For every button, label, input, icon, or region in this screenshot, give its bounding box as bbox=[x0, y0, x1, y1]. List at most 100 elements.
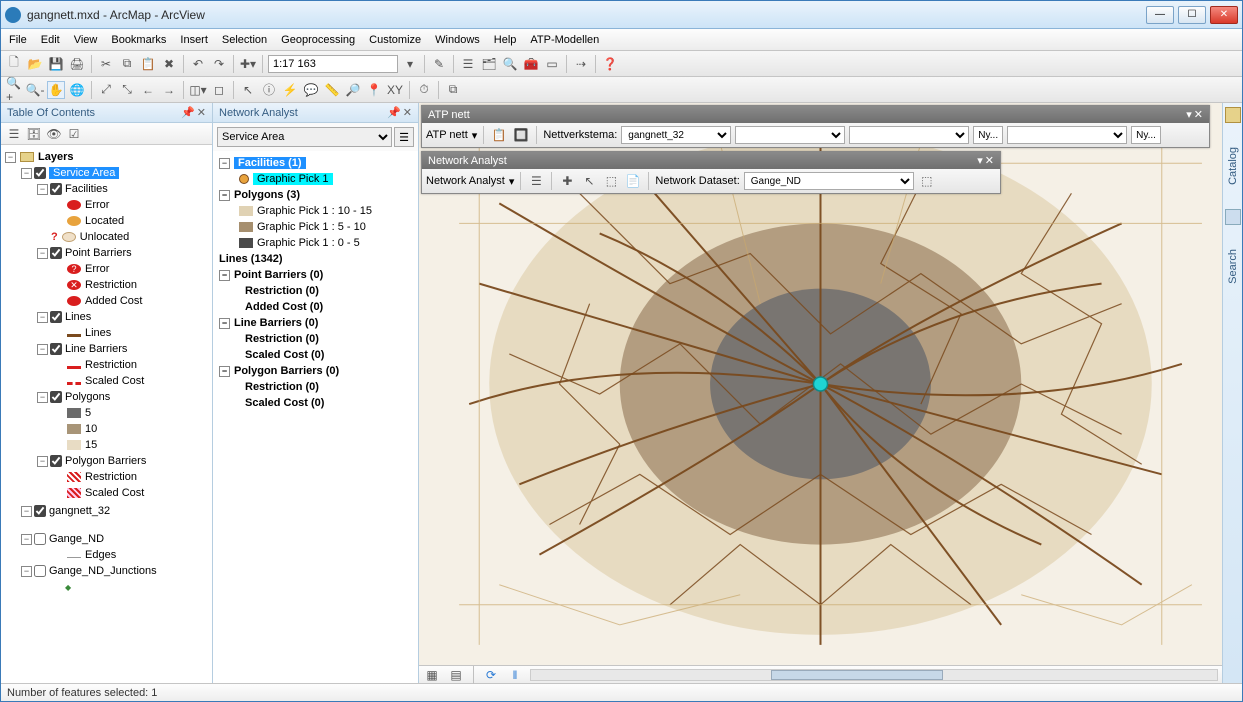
add-data-icon[interactable]: ✚▾ bbox=[239, 55, 257, 73]
cut-icon[interactable]: ✂ bbox=[97, 55, 115, 73]
toc-lb-scaled[interactable]: Scaled Cost bbox=[85, 375, 144, 387]
build-network-icon[interactable]: ⬚ bbox=[918, 172, 936, 190]
list-by-drawing-icon[interactable]: ☰ bbox=[5, 125, 23, 143]
layer-checkbox[interactable] bbox=[34, 565, 46, 577]
collapse-icon[interactable]: − bbox=[21, 566, 32, 577]
toc-p5[interactable]: 5 bbox=[85, 407, 91, 419]
zoom-out-icon[interactable]: 🔍- bbox=[26, 81, 44, 99]
list-by-source-icon[interactable]: 🗄 bbox=[25, 125, 43, 143]
atp-icon-1[interactable]: 📋 bbox=[490, 126, 508, 144]
atp-toolbar[interactable]: ATP nett▾✕ ATP nett▾ 📋 🔲 Nettverkstema: … bbox=[421, 105, 1210, 148]
layer-checkbox[interactable] bbox=[50, 247, 62, 259]
search-window-icon[interactable]: 🔍 bbox=[501, 55, 519, 73]
collapse-icon[interactable]: − bbox=[219, 158, 230, 169]
layer-checkbox[interactable] bbox=[34, 167, 46, 179]
next-extent-icon[interactable]: → bbox=[160, 81, 178, 99]
collapse-icon[interactable]: − bbox=[219, 366, 230, 377]
collapse-icon[interactable]: − bbox=[219, 318, 230, 329]
na-point-barriers[interactable]: Point Barriers (0) bbox=[234, 269, 323, 281]
catalog-icon[interactable] bbox=[1225, 107, 1241, 123]
toc-point-barriers[interactable]: Point Barriers bbox=[65, 247, 132, 259]
undo-icon[interactable]: ↶ bbox=[189, 55, 207, 73]
find-icon[interactable]: 🔎 bbox=[344, 81, 362, 99]
scale-dropdown-icon[interactable]: ▾ bbox=[401, 55, 419, 73]
chevron-down-icon[interactable]: ▾ bbox=[472, 129, 478, 142]
menu-view[interactable]: View bbox=[74, 34, 98, 46]
delete-icon[interactable]: ✖ bbox=[160, 55, 178, 73]
na-window-icon[interactable]: ☰ bbox=[527, 172, 545, 190]
horizontal-scrollbar[interactable] bbox=[530, 669, 1218, 681]
toc-edges[interactable]: Edges bbox=[85, 549, 116, 561]
toc-header[interactable]: Table Of Contents 📌✕ bbox=[1, 103, 212, 123]
toc-gangnett[interactable]: gangnett_32 bbox=[49, 505, 110, 517]
atp-select-2[interactable] bbox=[735, 126, 845, 144]
viewer-window-icon[interactable]: ⧉ bbox=[444, 81, 462, 99]
toc-pb-added[interactable]: Added Cost bbox=[85, 295, 142, 307]
paste-icon[interactable]: 📋 bbox=[139, 55, 157, 73]
collapse-icon[interactable]: − bbox=[37, 248, 48, 259]
search-icon[interactable] bbox=[1225, 209, 1241, 225]
toc-fac-unlocated[interactable]: Unlocated bbox=[80, 231, 130, 243]
menu-bookmarks[interactable]: Bookmarks bbox=[111, 34, 166, 46]
save-icon[interactable]: 💾 bbox=[47, 55, 65, 73]
close-panel-icon[interactable]: ✕ bbox=[197, 106, 206, 119]
fixed-zoom-out-icon[interactable]: ⤡ bbox=[118, 81, 136, 99]
nettverk-select[interactable]: gangnett_32 bbox=[621, 126, 731, 144]
atp-select-3[interactable] bbox=[849, 126, 969, 144]
refresh-icon[interactable]: ⟳ bbox=[482, 666, 500, 684]
na-pgb-scaled[interactable]: Scaled Cost (0) bbox=[245, 397, 324, 409]
new-icon[interactable]: 🗋 bbox=[5, 55, 23, 73]
atp-ny-button[interactable]: Ny... bbox=[973, 126, 1003, 144]
layer-checkbox[interactable] bbox=[50, 183, 62, 195]
minimize-button[interactable]: — bbox=[1146, 6, 1174, 24]
menu-geoprocessing[interactable]: Geoprocessing bbox=[281, 34, 355, 46]
catalog-tab[interactable]: Catalog bbox=[1227, 143, 1239, 189]
collapse-icon[interactable]: − bbox=[219, 190, 230, 201]
atp-titlebar[interactable]: ATP nett▾✕ bbox=[422, 106, 1209, 123]
toc-line-barriers[interactable]: Line Barriers bbox=[65, 343, 127, 355]
time-slider-icon[interactable]: ⏱ bbox=[415, 81, 433, 99]
na-analysis-select[interactable]: Service Area bbox=[217, 127, 392, 147]
goto-xy-icon[interactable]: XY bbox=[386, 81, 404, 99]
na-pb-added[interactable]: Added Cost (0) bbox=[245, 301, 323, 313]
atp-ny2-button[interactable]: Ny... bbox=[1131, 126, 1161, 144]
layer-checkbox[interactable] bbox=[34, 505, 46, 517]
maximize-button[interactable]: ☐ bbox=[1178, 6, 1206, 24]
full-extent-icon[interactable]: 🌐 bbox=[68, 81, 86, 99]
select-features-icon[interactable]: ◫▾ bbox=[189, 81, 207, 99]
close-button[interactable]: ✕ bbox=[1210, 6, 1238, 24]
editor-toolbar-icon[interactable]: ✎ bbox=[430, 55, 448, 73]
network-dataset-select[interactable]: Gange_ND bbox=[744, 172, 914, 190]
na-poly2[interactable]: Graphic Pick 1 : 5 - 10 bbox=[257, 221, 366, 233]
collapse-icon[interactable]: − bbox=[37, 184, 48, 195]
collapse-icon[interactable]: − bbox=[5, 152, 16, 163]
layer-checkbox[interactable] bbox=[50, 343, 62, 355]
toc-gange-junc[interactable]: Gange_ND_Junctions bbox=[49, 565, 157, 577]
fixed-zoom-in-icon[interactable]: ⤢ bbox=[97, 81, 115, 99]
toc-pb-error[interactable]: Error bbox=[85, 263, 109, 275]
collapse-icon[interactable]: − bbox=[21, 168, 32, 179]
close-panel-icon[interactable]: ✕ bbox=[403, 106, 412, 119]
catalog-window-icon[interactable]: 🗂 bbox=[480, 55, 498, 73]
zoom-in-icon[interactable]: 🔍+ bbox=[5, 81, 23, 99]
data-view-icon[interactable]: ▦ bbox=[423, 666, 441, 684]
menu-atp[interactable]: ATP-Modellen bbox=[530, 34, 599, 46]
toc-service-area[interactable]: Service Area bbox=[49, 167, 119, 179]
collapse-icon[interactable]: − bbox=[37, 312, 48, 323]
menu-edit[interactable]: Edit bbox=[41, 34, 60, 46]
na-float-titlebar[interactable]: Network Analyst▾✕ bbox=[422, 152, 1000, 169]
toc-pgb-restriction[interactable]: Restriction bbox=[85, 471, 137, 483]
collapse-icon[interactable]: − bbox=[37, 344, 48, 355]
search-tab[interactable]: Search bbox=[1227, 245, 1239, 288]
toc-fac-error[interactable]: Error bbox=[85, 199, 109, 211]
select-location-icon[interactable]: ↖ bbox=[580, 172, 598, 190]
na-poly3[interactable]: Graphic Pick 1 : 0 - 5 bbox=[257, 237, 360, 249]
na-lb-restriction[interactable]: Restriction (0) bbox=[245, 333, 319, 345]
collapse-icon[interactable]: − bbox=[21, 506, 32, 517]
na-lines[interactable]: Lines (1342) bbox=[219, 253, 283, 265]
toc-fac-located[interactable]: Located bbox=[85, 215, 124, 227]
pin-icon[interactable]: 📌 bbox=[387, 106, 401, 119]
na-dropdown-label[interactable]: Network Analyst bbox=[426, 175, 505, 187]
toc-window-icon[interactable]: ☰ bbox=[459, 55, 477, 73]
prev-extent-icon[interactable]: ← bbox=[139, 81, 157, 99]
